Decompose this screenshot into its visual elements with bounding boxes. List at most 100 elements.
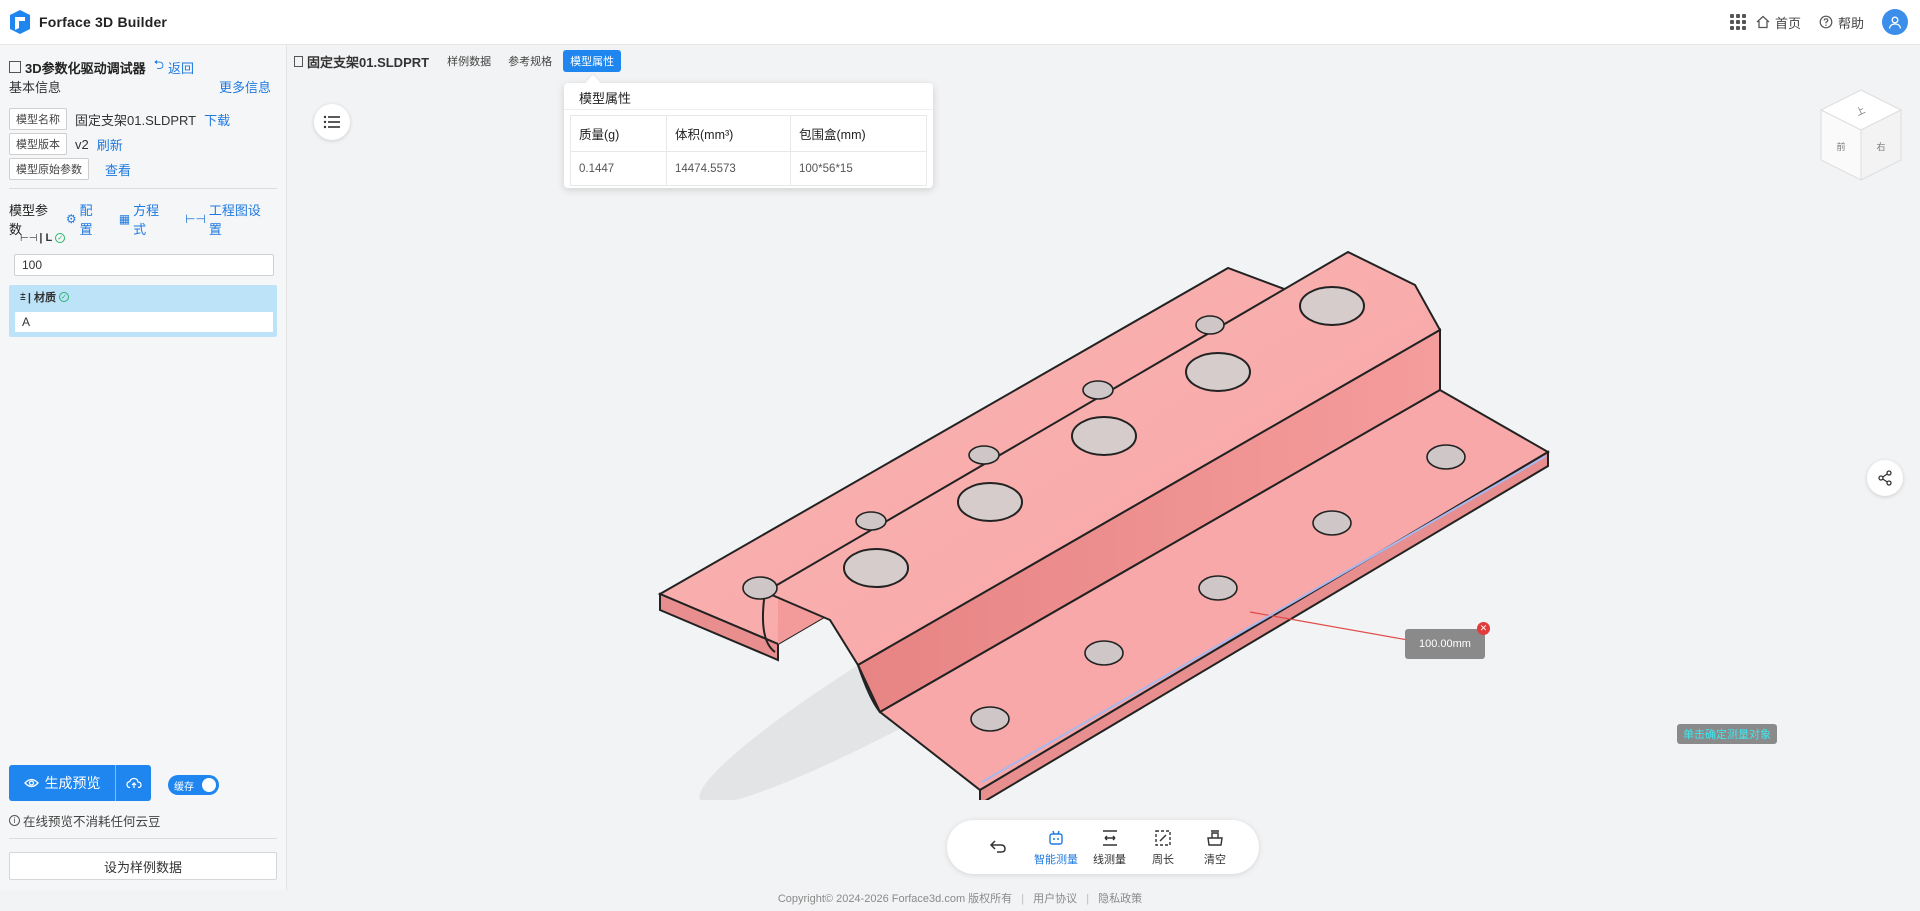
material-icon: ⩲ [20, 291, 26, 303]
divider [9, 188, 277, 189]
clear-label: 清空 [1204, 854, 1226, 866]
eye-icon [23, 778, 39, 788]
back-icon: ⮌ [153, 57, 165, 72]
file-tab[interactable]: 固定支架01.SLDPRT [294, 52, 429, 71]
debugger-icon [9, 61, 21, 73]
header-volume: 体积(mm³) [666, 115, 791, 152]
measurement-label[interactable]: 100.00mm [1405, 629, 1485, 659]
logo[interactable]: Forface 3D Builder [8, 9, 167, 35]
value-bbox: 100*56*15 [790, 151, 927, 186]
model-name-value: 固定支架01.SLDPRT [75, 112, 197, 128]
value-volume: 14474.5573 [666, 151, 791, 186]
nav-home[interactable]: 首页 [1756, 13, 1801, 32]
sidebar: 3D参数化驱动调试器 ⮌ 返回 基本信息 更多信息 模型名称 固定支架01.SLD… [0, 45, 287, 890]
home-icon [1756, 15, 1770, 29]
share-icon [1878, 470, 1892, 486]
model-properties-popover: 模型属性 质量(g) 体积(mm³) 包围盒(mm) 0.1447 14474.… [564, 83, 933, 188]
drawing-settings-link[interactable]: ⊢⊣ 工程图设置 [185, 200, 272, 238]
tab-sample-data[interactable]: 样例数据 [447, 53, 491, 69]
dimension-icon: ⊢⊣ [20, 232, 38, 244]
model-name-row: 模型名称 固定支架01.SLDPRT 下载 [9, 108, 230, 130]
generate-preview-button[interactable]: 生成预览 [9, 765, 151, 801]
check-icon: ✓ [58, 292, 69, 302]
svg-text:前: 前 [1836, 141, 1845, 153]
refresh-link[interactable]: 刷新 [97, 135, 123, 154]
divider [564, 109, 933, 110]
debugger-title-label: 3D参数化驱动调试器 [25, 60, 146, 76]
line-measure-label: 线测量 [1093, 854, 1126, 866]
view-link[interactable]: 查看 [105, 160, 131, 179]
set-sample-button[interactable]: 设为样例数据 [9, 852, 277, 880]
robot-icon [1049, 830, 1063, 845]
toggle-knob [202, 778, 216, 792]
popover-title: 模型属性 [579, 91, 632, 106]
view-cube[interactable]: 上 前 右 [1816, 88, 1906, 184]
tab-model-properties[interactable]: 模型属性 [563, 50, 622, 72]
param-material-text: | 材质 [27, 292, 56, 304]
header-mass: 质量(g) [570, 115, 667, 152]
config-link[interactable]: ⚙ 配置 [66, 200, 105, 238]
logo-icon [10, 10, 30, 34]
dimension-icon: ⊢⊣ [185, 212, 206, 226]
cache-toggle-label: 缓存 [174, 781, 194, 793]
divider [9, 838, 277, 839]
equation-icon: ▦ [118, 212, 131, 226]
measure-toolbar: 智能测量 线测量 周长 清空 [947, 820, 1259, 874]
tab-reference-spec[interactable]: 参考规格 [508, 53, 552, 69]
config-label: 配置 [79, 203, 93, 237]
model-version-value: v2 [75, 136, 89, 152]
model-version-row: 模型版本 v2 刷新 [9, 133, 123, 155]
model-tree-button[interactable] [314, 104, 350, 140]
model-viewport[interactable] [640, 240, 1560, 800]
generate-preview-label: 生成预览 [44, 775, 101, 791]
param-l-input[interactable]: 100 [14, 254, 274, 276]
equation-link[interactable]: ▦ 方程式 [119, 200, 171, 238]
cloud-upload-button[interactable] [116, 765, 151, 801]
debugger-title: 3D参数化驱动调试器 ⮌ 返回 [9, 56, 194, 78]
user-avatar[interactable] [1882, 9, 1908, 35]
back-link[interactable]: ⮌ 返回 [154, 56, 194, 78]
undo-button[interactable] [989, 837, 1007, 859]
model-name-tag: 模型名称 [9, 108, 67, 130]
nav-home-label: 首页 [1774, 15, 1801, 31]
equation-label: 方程式 [133, 203, 160, 237]
document-icon [294, 55, 303, 67]
basic-info-heading: 基本信息 [9, 80, 62, 95]
smart-measure-label: 智能测量 [1034, 854, 1078, 866]
undo-icon [989, 840, 1006, 853]
help-icon [1819, 15, 1833, 29]
apps-grid-icon[interactable] [1729, 14, 1746, 30]
nav-help[interactable]: 帮助 [1819, 13, 1864, 32]
agreement-link[interactable]: 用户协议 [1033, 893, 1077, 905]
measure-hint: 单击确定测量对象 [1677, 724, 1777, 744]
cloud-upload-icon [125, 777, 142, 789]
model-params-row: 模型原始参数 查看 [9, 158, 131, 180]
copyright-text: Copyright© 2024-2026 Forface3d.com 版权所有 [777, 893, 1013, 905]
svg-text:右: 右 [1876, 141, 1885, 153]
user-icon [1888, 16, 1902, 29]
clear-button[interactable]: 清空 [1204, 829, 1226, 867]
basic-info-row: 基本信息 更多信息 [9, 77, 271, 96]
line-measure-button[interactable]: 线测量 [1093, 829, 1126, 867]
param-material-input[interactable]: A [14, 311, 274, 333]
value-mass: 0.1447 [570, 151, 667, 186]
perimeter-icon [1155, 830, 1171, 846]
clear-icon [1207, 830, 1223, 846]
model-tabs: 固定支架01.SLDPRT 样例数据 参考规格 模型属性 [294, 50, 622, 72]
more-info-link[interactable]: 更多信息 [219, 77, 271, 96]
file-tab-label: 固定支架01.SLDPRT [307, 54, 430, 70]
top-bar: Forface 3D Builder 首页 帮助 [0, 0, 1920, 45]
close-icon[interactable]: ✕ [1477, 622, 1490, 635]
param-l-label: ⊢⊣ | L ✓ [20, 232, 66, 244]
param-material-label: ⩲ | 材质 ✓ [20, 289, 69, 305]
download-link[interactable]: 下载 [204, 110, 230, 129]
nav-help-label: 帮助 [1837, 15, 1864, 31]
table-header-row: 质量(g) 体积(mm³) 包围盒(mm) [570, 115, 927, 152]
generate-preview-main[interactable]: 生成预览 [9, 765, 116, 801]
smart-measure-button[interactable]: 智能测量 [1034, 829, 1078, 867]
perimeter-button[interactable]: 周长 [1152, 829, 1174, 867]
share-button[interactable] [1867, 460, 1903, 496]
privacy-link[interactable]: 隐私政策 [1098, 893, 1142, 905]
properties-table: 质量(g) 体积(mm³) 包围盒(mm) 0.1447 14474.5573 … [570, 115, 927, 186]
cache-toggle[interactable]: 缓存 [168, 775, 219, 795]
